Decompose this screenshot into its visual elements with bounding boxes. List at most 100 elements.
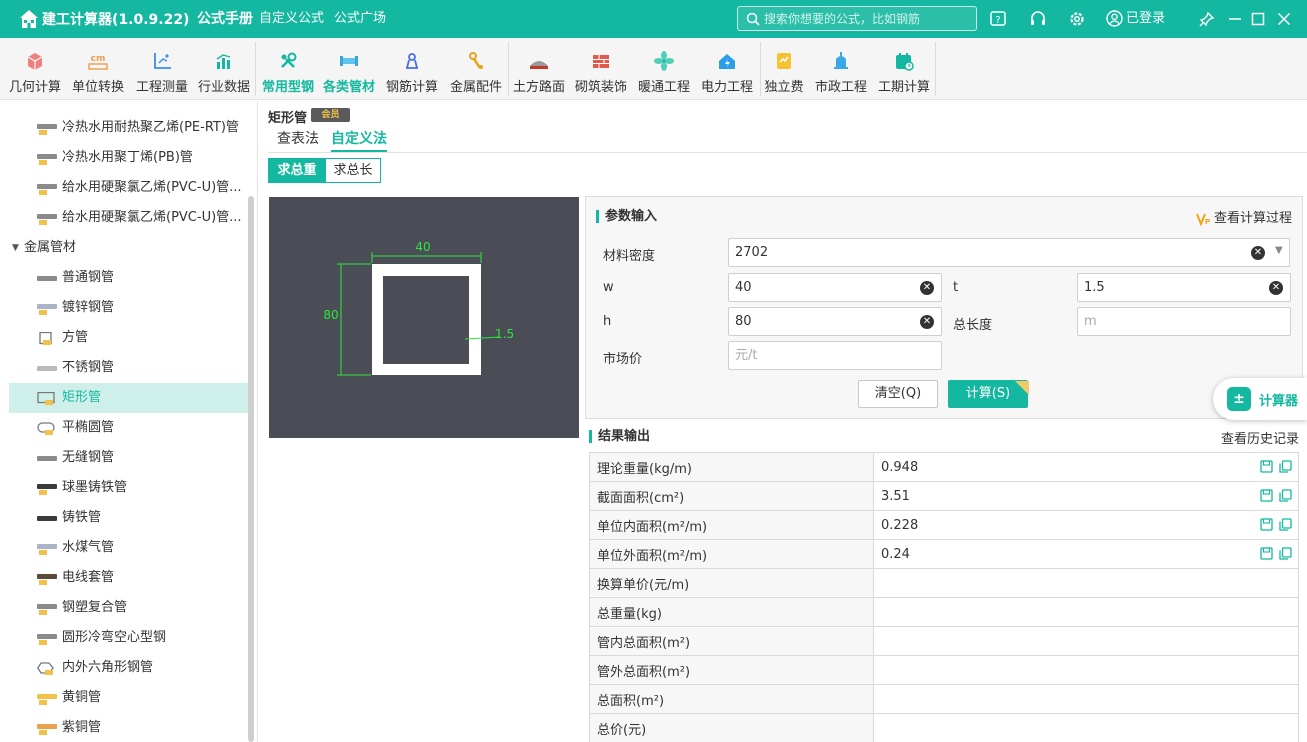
account-status[interactable]: 已登录 — [1106, 9, 1165, 29]
save-icon[interactable] — [1260, 518, 1273, 531]
help-icon[interactable]: ? — [989, 10, 1007, 28]
cube-icon — [27, 53, 43, 70]
sidebar-item[interactable]: 冷热水用聚丁烯(PB)管 — [9, 143, 249, 173]
nav-formula-square[interactable]: 公式广场 — [334, 0, 386, 38]
copy-icon[interactable] — [1279, 518, 1292, 531]
sidebar-item[interactable]: 方管 — [9, 323, 249, 353]
save-icon[interactable] — [1260, 547, 1273, 560]
clear-icon[interactable]: ✕ — [920, 315, 934, 329]
floating-calculator-button[interactable]: ± 计算器 — [1213, 378, 1307, 420]
road-icon — [530, 61, 548, 69]
w-input[interactable] — [735, 274, 915, 301]
sidebar-item[interactable]: 给水用硬聚氯乙烯(PVC-U)管... — [9, 203, 249, 233]
sidebar-item[interactable]: 铸铁管 — [9, 503, 249, 533]
save-icon[interactable] — [1260, 489, 1273, 502]
params-panel: 参数输入 P 查看计算过程 材料密度 ✕ ▼ w ✕ t ✕ h ✕ 总长度 市场… — [585, 196, 1303, 419]
mode-total-length[interactable]: 求总长 — [325, 158, 381, 183]
save-icon[interactable] — [1260, 460, 1273, 473]
sidebar-item[interactable]: 冷热水用耐热聚乙烯(PE-RT)管 — [9, 113, 249, 143]
sidebar-item-label: 不锈钢管 — [62, 360, 115, 375]
copy-icon[interactable] — [1279, 460, 1292, 473]
nav-custom-formula[interactable]: 自定义公式 — [259, 0, 324, 38]
ribbon-industry-data[interactable]: 行业数据 — [193, 38, 255, 100]
ribbon-independent-fee[interactable]: 独立费 — [756, 38, 812, 100]
sidebar-item[interactable]: 给水用硬聚氯乙烯(PVC-U)管... — [9, 173, 249, 203]
ribbon-survey[interactable]: 工程测量 — [131, 38, 193, 100]
sidebar-item[interactable]: 黄铜管 — [9, 683, 249, 713]
ribbon-earthwork[interactable]: 土方路面 — [508, 38, 570, 100]
w-field[interactable]: ✕ — [728, 273, 942, 302]
search-box[interactable] — [737, 6, 977, 31]
density-input[interactable] — [735, 239, 1235, 266]
sidebar-group-metal-pipes[interactable]: ▼ 金属管材 — [9, 233, 249, 263]
market-price-field[interactable] — [728, 341, 942, 370]
mode-total-weight[interactable]: 求总重 — [268, 158, 326, 183]
calculate-button[interactable]: 计算(S) — [948, 380, 1028, 408]
total-length-input[interactable] — [1084, 308, 1284, 335]
sidebar-item[interactable]: 电线套管 — [9, 563, 249, 593]
pipe-inner — [383, 276, 469, 364]
sidebar-item[interactable]: 无缝钢管 — [9, 443, 249, 473]
sidebar-item[interactable]: 紫铜管 — [9, 713, 249, 742]
sidebar-item[interactable]: 钢塑复合管 — [9, 593, 249, 623]
ribbon-steel-sections[interactable]: 常用型钢 — [257, 38, 319, 100]
rect-pipe-diagram: 40 80 1.5 — [269, 197, 579, 438]
ribbon-schedule[interactable]: 工期计算 — [873, 38, 935, 100]
sidebar-item-label: 水煤气管 — [62, 540, 115, 555]
gear-icon[interactable] — [1068, 10, 1086, 28]
sidebar-item[interactable]: 不锈钢管 — [9, 353, 249, 383]
table-row: 管内总面积(m²) — [589, 626, 1299, 656]
minimize-icon[interactable] — [1226, 10, 1244, 28]
maximize-icon[interactable] — [1249, 10, 1267, 28]
sidebar-group-label: 金属管材 — [24, 240, 77, 255]
ribbon-municipal[interactable]: 市政工程 — [810, 38, 872, 100]
history-link[interactable]: 查看历史记录 — [1221, 428, 1299, 447]
ribbon-unit-convert[interactable]: cm 单位转换 — [67, 38, 129, 100]
clear-button[interactable]: 清空(Q) — [858, 380, 938, 408]
sidebar-item[interactable]: 内外六角形钢管 — [9, 653, 249, 683]
t-field[interactable]: ✕ — [1077, 273, 1291, 302]
copy-icon[interactable] — [1279, 547, 1292, 560]
market-price-input[interactable] — [735, 342, 935, 369]
ribbon-rebar[interactable]: 钢筋计算 — [381, 38, 443, 100]
total-length-field[interactable] — [1077, 307, 1291, 336]
search-input[interactable] — [764, 7, 972, 30]
tab-lookup[interactable]: 查表法 — [277, 128, 319, 152]
ribbon-hvac[interactable]: 暖通工程 — [633, 38, 695, 100]
h-field[interactable]: ✕ — [728, 307, 942, 336]
sidebar-scrollbar[interactable] — [248, 196, 254, 742]
sidebar-item[interactable]: 球墨铸铁管 — [9, 473, 249, 503]
view-process-link[interactable]: P 查看计算过程 — [1196, 207, 1292, 227]
pipe-icon — [37, 456, 57, 461]
ribbon-metal-fittings[interactable]: 金属配件 — [445, 38, 507, 100]
sidebar-item[interactable]: 圆形冷弯空心型钢 — [9, 623, 249, 653]
clear-icon[interactable]: ✕ — [1269, 281, 1283, 295]
ribbon-geometry[interactable]: 几何计算 — [4, 38, 66, 100]
ribbon-pipes[interactable]: 各类管材 — [318, 38, 380, 100]
sidebar-item-label: 黄铜管 — [62, 690, 102, 705]
result-value — [873, 713, 1299, 742]
nav-formula-manual[interactable]: 公式手册 — [197, 0, 253, 38]
tab-custom[interactable]: 自定义法 — [331, 128, 387, 152]
sidebar-item[interactable]: 镀锌钢管 — [9, 293, 249, 323]
density-select[interactable]: ✕ ▼ — [728, 238, 1290, 267]
chevron-down-icon: ▼ — [12, 243, 19, 253]
t-input[interactable] — [1084, 274, 1264, 301]
copy-icon[interactable] — [1279, 489, 1292, 502]
sidebar-item[interactable]: 水煤气管 — [9, 533, 249, 563]
clear-icon[interactable]: ✕ — [920, 281, 934, 295]
sidebar-item-label: 圆形冷弯空心型钢 — [62, 630, 167, 645]
h-input[interactable] — [735, 308, 915, 335]
headset-icon[interactable] — [1029, 10, 1047, 28]
sidebar-item-rectangular-pipe[interactable]: 矩形管 — [9, 383, 249, 413]
square-pipe-icon — [39, 332, 52, 345]
pin-icon[interactable] — [1198, 10, 1216, 28]
ribbon-electrical[interactable]: 电力工程 — [696, 38, 758, 100]
close-icon[interactable] — [1275, 10, 1293, 28]
ribbon-masonry[interactable]: 砌筑装饰 — [570, 38, 632, 100]
sidebar-item-label: 冷热水用耐热聚乙烯(PE-RT)管 — [62, 120, 239, 135]
clear-icon[interactable]: ✕ — [1251, 246, 1265, 260]
sidebar-item[interactable]: 平椭圆管 — [9, 413, 249, 443]
sidebar-item[interactable]: 普通钢管 — [9, 263, 249, 293]
chevron-down-icon[interactable]: ▼ — [1275, 245, 1283, 256]
